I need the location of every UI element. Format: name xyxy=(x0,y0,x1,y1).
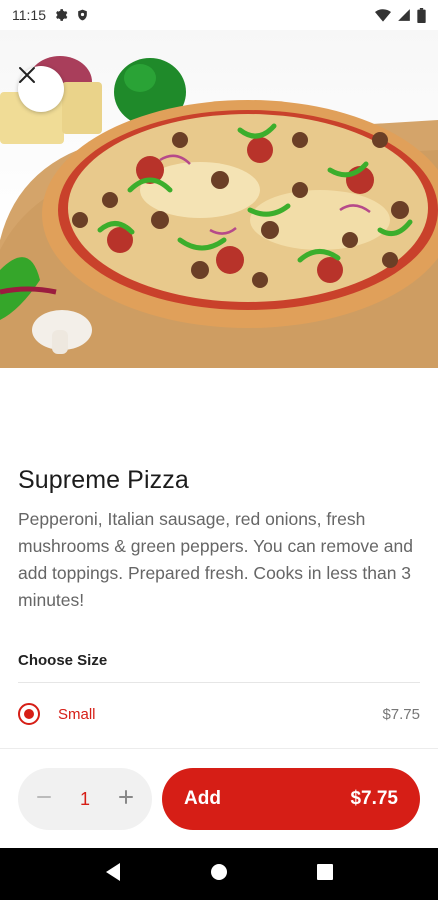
size-option-small[interactable]: Small $7.75 xyxy=(18,694,420,734)
status-bar: 11:15 xyxy=(0,0,438,30)
recents-icon xyxy=(317,863,333,885)
size-option-label: Small xyxy=(58,705,96,723)
radio-button[interactable] xyxy=(18,703,40,725)
close-button[interactable] xyxy=(18,66,64,112)
add-button-price: $7.75 xyxy=(350,788,398,809)
back-icon xyxy=(104,862,122,887)
choose-size-label: Choose Size xyxy=(18,652,108,669)
battery-icon xyxy=(417,7,426,23)
home-icon xyxy=(210,863,228,886)
product-title: Supreme Pizza xyxy=(18,466,189,494)
settings-icon xyxy=(54,8,68,22)
back-button[interactable] xyxy=(93,854,133,894)
shield-icon xyxy=(76,8,89,22)
system-nav-bar xyxy=(0,848,438,900)
action-bar: 1 Add $7.75 xyxy=(0,748,438,848)
quantity-value: 1 xyxy=(79,788,90,809)
recents-button[interactable] xyxy=(305,854,345,894)
radio-selected-dot xyxy=(24,709,34,719)
plus-icon xyxy=(118,789,134,810)
quantity-stepper: 1 xyxy=(18,768,152,830)
size-option-price: $7.75 xyxy=(382,705,420,723)
signal-icon xyxy=(397,8,411,22)
wifi-icon xyxy=(375,8,391,22)
product-description: Pepperoni, Italian sausage, red onions, … xyxy=(18,509,413,610)
status-time: 11:15 xyxy=(12,7,46,23)
add-to-cart-button[interactable]: Add $7.75 xyxy=(162,768,420,830)
increment-button[interactable] xyxy=(114,787,138,811)
add-button-label: Add xyxy=(184,788,221,809)
home-button[interactable] xyxy=(199,854,239,894)
product-image xyxy=(0,30,438,368)
decrement-button[interactable] xyxy=(32,787,56,811)
minus-icon xyxy=(36,789,52,810)
divider xyxy=(18,682,420,683)
